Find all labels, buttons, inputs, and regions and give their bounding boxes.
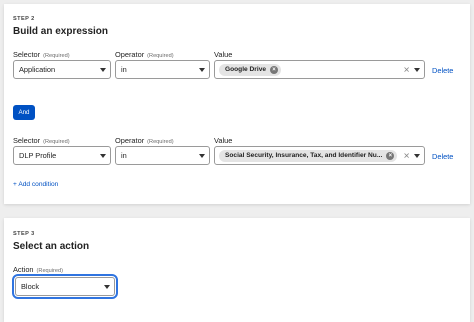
operator-value: in <box>121 151 127 160</box>
operator-label-text: Operator <box>115 50 145 59</box>
value-chip: Google Drive × <box>219 63 282 76</box>
operator-value: in <box>121 65 127 74</box>
required-hint: (Required) <box>36 268 63 274</box>
selector-label-text: Selector <box>13 136 41 145</box>
required-hint: (Required) <box>147 53 174 59</box>
delete-link[interactable]: Delete <box>432 152 453 161</box>
required-hint: (Required) <box>43 139 70 145</box>
action-dropdown[interactable]: Block <box>12 274 118 299</box>
operator-label-text: Operator <box>115 136 145 145</box>
selector-value: DLP Profile <box>19 151 57 160</box>
section-heading: Select an action <box>13 241 90 252</box>
chevron-down-icon <box>414 153 420 158</box>
chevron-down-icon <box>100 153 106 158</box>
close-icon[interactable]: ✕ <box>403 65 410 74</box>
operator-label: Operator (Required) <box>115 136 174 145</box>
value-chip: Social Security, Insurance, Tax, and Ide… <box>219 149 398 162</box>
required-hint: (Required) <box>147 139 174 145</box>
selector-label: Selector (Required) <box>13 136 70 145</box>
value-label: Value <box>214 136 233 145</box>
expression-card: STEP 2 Build an expression Selector (Requ… <box>4 4 470 204</box>
section-heading: Build an expression <box>13 26 109 37</box>
chip-label: Google Drive <box>225 66 267 73</box>
chevron-down-icon <box>199 153 205 158</box>
x-circle-icon[interactable]: × <box>270 65 279 74</box>
value-multiselect[interactable]: Social Security, Insurance, Tax, and Ide… <box>214 146 425 165</box>
operator-dropdown[interactable]: in <box>115 60 210 79</box>
chevron-down-icon <box>100 67 106 72</box>
selector-label: Selector (Required) <box>13 50 70 59</box>
required-hint: (Required) <box>43 53 70 59</box>
selector-value: Application <box>19 65 56 74</box>
action-value: Block <box>21 282 40 291</box>
x-circle-icon[interactable]: × <box>386 151 395 160</box>
value-label: Value <box>214 50 233 59</box>
chevron-down-icon <box>414 67 420 72</box>
value-multiselect[interactable]: Google Drive × ✕ <box>214 60 425 79</box>
action-label: Action (Required) <box>13 265 63 274</box>
operator-label: Operator (Required) <box>115 50 174 59</box>
selector-dropdown[interactable]: Application <box>13 60 111 79</box>
action-card: STEP 3 Select an action Action (Required)… <box>4 218 470 322</box>
delete-link[interactable]: Delete <box>432 66 453 75</box>
close-icon[interactable]: ✕ <box>403 151 410 160</box>
chevron-down-icon <box>104 284 110 289</box>
step-label: STEP 3 <box>13 231 35 237</box>
step-label: STEP 2 <box>13 16 35 22</box>
operator-dropdown[interactable]: in <box>115 146 210 165</box>
and-button[interactable]: And <box>13 105 35 120</box>
selector-dropdown[interactable]: DLP Profile <box>13 146 111 165</box>
add-condition-link[interactable]: + Add condition <box>13 181 58 188</box>
chip-label: Social Security, Insurance, Tax, and Ide… <box>225 152 383 159</box>
selector-label-text: Selector <box>13 50 41 59</box>
chevron-down-icon <box>199 67 205 72</box>
action-label-text: Action <box>13 265 34 274</box>
